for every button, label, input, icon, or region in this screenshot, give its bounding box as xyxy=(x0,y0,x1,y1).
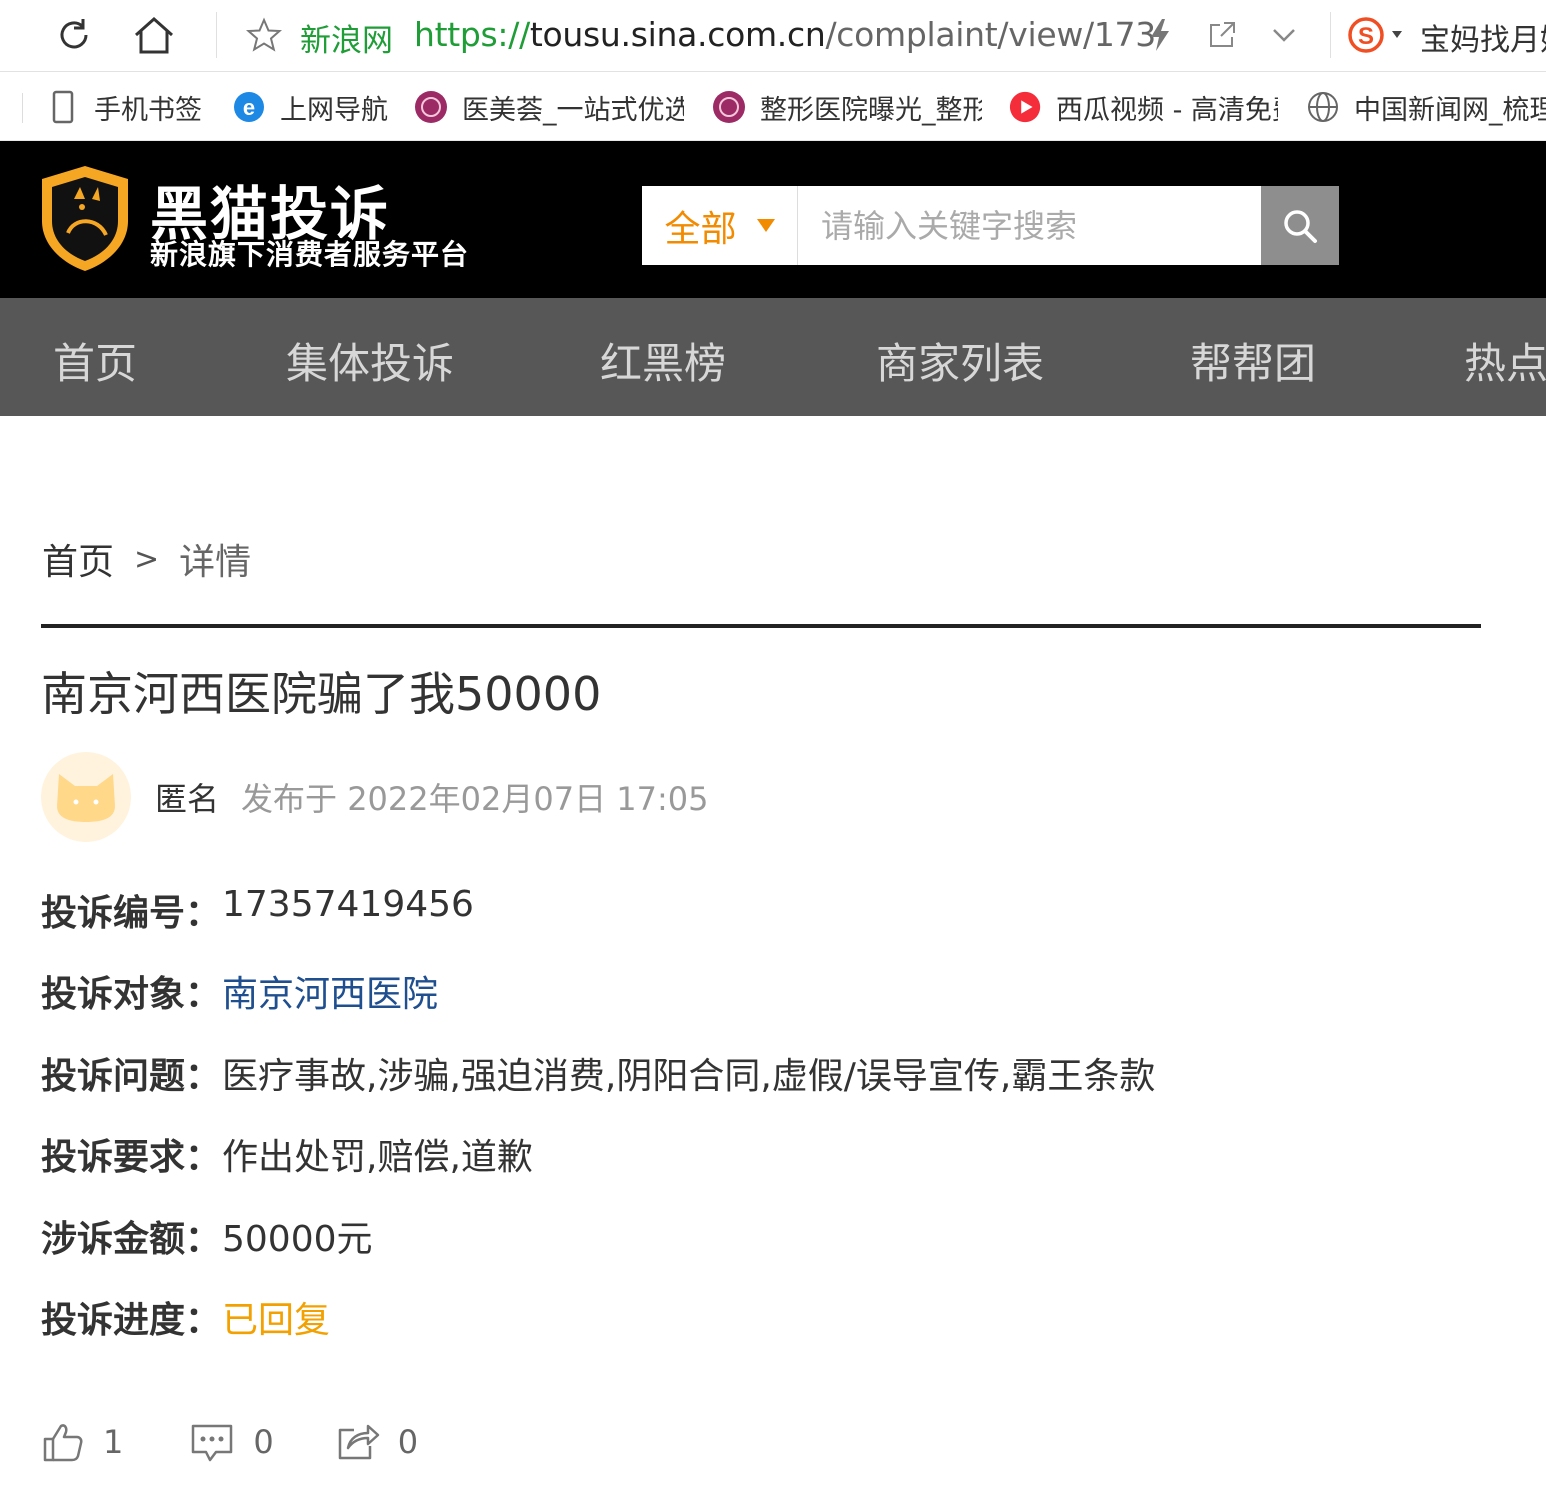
info-label: 涉诉金额： xyxy=(41,1218,222,1260)
nav-item-help-group[interactable]: 帮帮团 xyxy=(1190,330,1316,391)
ie-icon: e xyxy=(232,90,266,124)
nav-item-hot[interactable]: 热点 xyxy=(1464,330,1546,391)
chevron-down-icon[interactable] xyxy=(1264,10,1304,60)
info-row-complaint-progress: 投诉进度： 已回复 xyxy=(41,1291,1155,1372)
bookmark-item[interactable]: 西瓜视频 - 高清免费 xyxy=(1008,87,1278,127)
search-button[interactable] xyxy=(1261,186,1339,265)
globe-icon xyxy=(1306,90,1340,124)
complaint-info-list: 投诉编号： 17357419456 投诉对象： 南京河西医院 投诉问题： 医疗事… xyxy=(41,884,1155,1372)
author-row: 匿名 发布于 2022年02月07日 17:05 xyxy=(41,752,708,842)
info-row-complaint-amount: 涉诉金额： 50000元 xyxy=(41,1210,1155,1291)
nav-item-merchant-list[interactable]: 商家列表 xyxy=(876,330,1044,391)
svg-text:e: e xyxy=(243,95,255,120)
search-input[interactable] xyxy=(799,186,1261,265)
browser-address-bar: 新浪网 https://tousu.sina.com.cn/complaint/… xyxy=(0,0,1546,72)
breadcrumb: 首页 > 详情 xyxy=(42,533,251,585)
bookmark-label: 医美荟_一站式优选 xyxy=(462,94,684,126)
share-icon xyxy=(338,1424,379,1460)
breadcrumb-separator: > xyxy=(134,541,160,577)
yimeihui-icon xyxy=(414,90,448,124)
bookmark-label: 上网导航 xyxy=(280,94,388,126)
breadcrumb-current: 详情 xyxy=(179,542,252,583)
avatar xyxy=(41,752,131,842)
title-divider xyxy=(41,624,1481,628)
home-icon[interactable] xyxy=(128,10,180,60)
thumbs-up-icon xyxy=(43,1424,83,1462)
complaint-demands-value: 作出处罚,赔偿,道歉 xyxy=(222,1137,533,1179)
complaint-issues-value: 医疗事故,涉骗,强迫消费,阴阳合同,虚假/误导宣传,霸王条款 xyxy=(222,1055,1156,1097)
info-row-complaint-issues: 投诉问题： 医疗事故,涉骗,强迫消费,阴阳合同,虚假/误导宣传,霸王条款 xyxy=(41,1047,1155,1128)
bookmark-item[interactable]: e 上网导航 xyxy=(232,87,388,127)
info-label: 投诉进度： xyxy=(41,1299,222,1341)
bookmark-item[interactable]: 中国新闻网_梳理 xyxy=(1306,87,1546,127)
star-bookmark-icon[interactable] xyxy=(244,10,284,60)
like-count: 1 xyxy=(103,1423,124,1461)
yimeihui-icon xyxy=(712,90,746,124)
action-bar: 1 0 0 xyxy=(41,1420,478,1464)
bookmark-item[interactable]: 医美荟_一站式优选 xyxy=(414,87,684,127)
info-label: 投诉要求： xyxy=(41,1137,222,1179)
info-row-complaint-target: 投诉对象： 南京河西医院 xyxy=(41,965,1155,1046)
site-header: 黑猫投诉 新浪旗下消费者服务平台 全部 xyxy=(0,141,1546,298)
url-path: /complaint/view/173 xyxy=(825,15,1156,54)
extension-label[interactable]: 宝妈找月嫂 xyxy=(1420,15,1546,59)
breadcrumb-home[interactable]: 首页 xyxy=(42,533,114,585)
info-label: 投诉问题： xyxy=(41,1055,222,1097)
author-name: 匿名 xyxy=(155,780,220,818)
share-count: 0 xyxy=(397,1423,419,1461)
black-cat-logo-icon[interactable] xyxy=(38,163,132,277)
nav-item-home[interactable]: 首页 xyxy=(53,330,137,391)
status-badge: 已回复 xyxy=(222,1299,331,1341)
bookmark-item[interactable]: 整形医院曝光_整形 xyxy=(712,87,982,127)
logo-subtitle: 新浪旗下消费者服务平台 xyxy=(150,238,470,271)
url-scheme: https:// xyxy=(414,15,530,54)
nav-item-red-black-list[interactable]: 红黑榜 xyxy=(600,330,726,391)
post-time: 发布于 2022年02月07日 17:05 xyxy=(241,780,709,818)
sogou-icon[interactable]: S xyxy=(1346,10,1406,60)
bookmark-label: 手机书签 xyxy=(94,94,202,126)
comment-icon xyxy=(192,1424,233,1462)
search-box: 全部 xyxy=(642,186,1339,265)
share-button[interactable]: 0 xyxy=(334,1420,418,1464)
bookmark-item[interactable]: 手机书签 xyxy=(46,87,202,127)
svg-text:S: S xyxy=(1358,23,1374,50)
url-field[interactable]: https://tousu.sina.com.cn/complaint/view… xyxy=(414,15,1156,54)
reload-icon[interactable] xyxy=(48,10,100,60)
page-title: 南京河西医院骗了我50000 xyxy=(41,667,602,721)
comment-count: 0 xyxy=(253,1423,274,1461)
complaint-target-link[interactable]: 南京河西医院 xyxy=(222,965,438,1017)
info-row-complaint-id: 投诉编号： 17357419456 xyxy=(41,884,1155,965)
complaint-amount-value: 50000元 xyxy=(222,1218,373,1260)
comment-button[interactable]: 0 xyxy=(189,1420,274,1464)
info-row-complaint-demands: 投诉要求： 作出处罚,赔偿,道歉 xyxy=(41,1128,1155,1209)
info-label: 投诉编号： xyxy=(41,893,222,934)
bookmark-label: 整形医院曝光_整形 xyxy=(760,94,982,126)
xigua-icon xyxy=(1008,90,1042,124)
nav-item-group-complaint[interactable]: 集体投诉 xyxy=(286,330,454,391)
cat-avatar-icon xyxy=(57,774,115,822)
lightning-icon[interactable] xyxy=(1140,10,1180,60)
main-nav: 首页 集体投诉 红黑榜 商家列表 帮帮团 热点 xyxy=(0,298,1546,416)
complaint-id-value: 17357419456 xyxy=(222,884,474,925)
dropdown-triangle-icon xyxy=(756,219,775,232)
info-label: 投诉对象： xyxy=(41,974,222,1016)
site-name: 新浪网 xyxy=(300,23,393,59)
bookmark-label: 中国新闻网_梳理 xyxy=(1354,94,1546,126)
search-icon xyxy=(1284,209,1317,243)
search-category-select[interactable]: 全部 xyxy=(642,186,798,265)
bookmarks-bar: 手机书签 e 上网导航 医美荟_一站式优选 整形医院曝光_整形 西瓜视频 - 高… xyxy=(0,73,1546,141)
share-page-icon[interactable] xyxy=(1202,10,1242,60)
phone-icon xyxy=(46,90,80,124)
like-button[interactable]: 1 xyxy=(41,1420,123,1464)
bookmark-label: 西瓜视频 - 高清免费 xyxy=(1056,94,1278,126)
search-category-label: 全部 xyxy=(664,208,737,250)
url-host: tousu.sina.com.cn xyxy=(529,15,826,54)
